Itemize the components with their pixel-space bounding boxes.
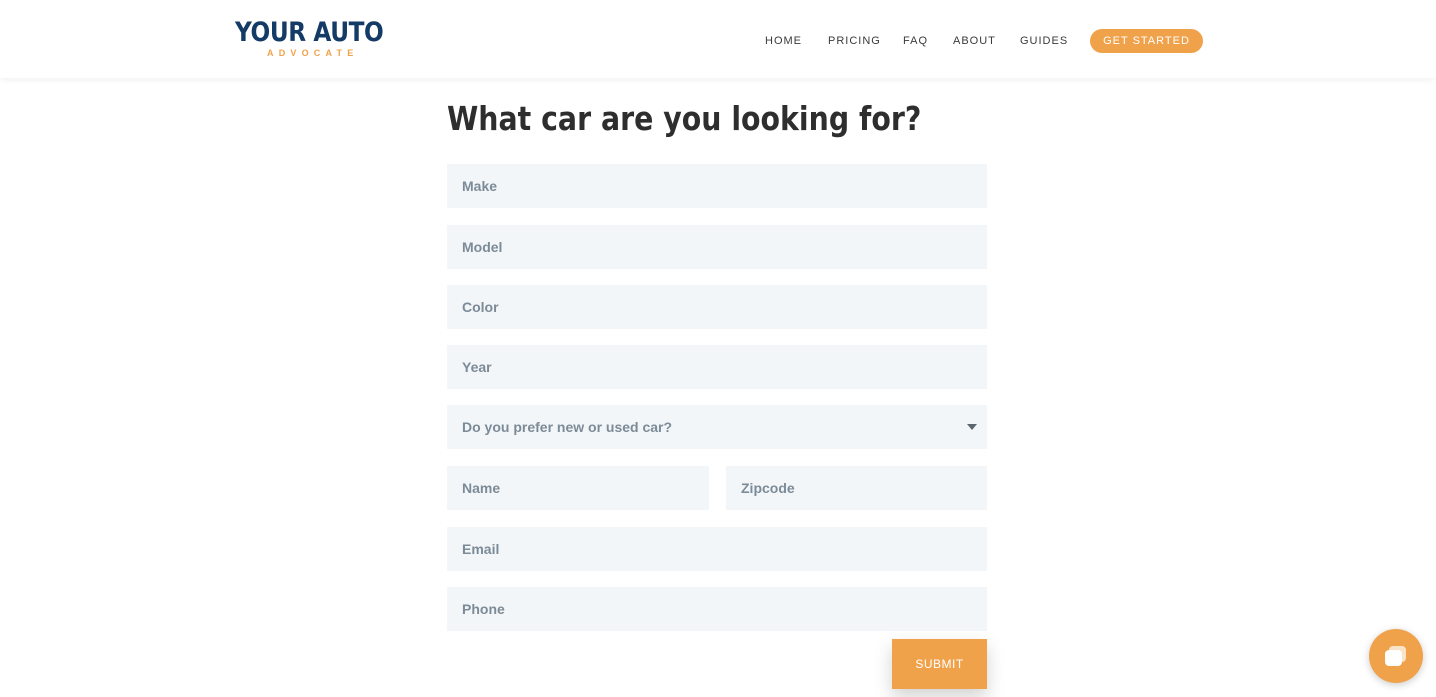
chat-launcher-button[interactable] <box>1369 629 1423 683</box>
phone-input[interactable]: Phone <box>447 587 987 631</box>
nav-home-link[interactable]: HOME <box>765 35 802 47</box>
page-title: What car are you looking for? <box>447 99 922 138</box>
make-input[interactable]: Make <box>447 164 987 208</box>
get-started-button[interactable]: GET STARTED <box>1090 29 1203 53</box>
chevron-down-icon <box>967 424 977 430</box>
condition-select-value: Do you prefer new or used car? <box>462 419 673 435</box>
nav-about-link[interactable]: ABOUT <box>953 35 996 47</box>
nav-pricing-link[interactable]: PRICING <box>828 35 881 47</box>
chat-bubble-icon <box>1385 646 1406 666</box>
color-input[interactable]: Color <box>447 285 987 329</box>
email-input[interactable]: Email <box>447 527 987 571</box>
model-input[interactable]: Model <box>447 225 987 269</box>
nav-guides-link[interactable]: GUIDES <box>1020 35 1068 47</box>
zipcode-input[interactable]: Zipcode <box>726 466 987 510</box>
name-input[interactable]: Name <box>447 466 709 510</box>
main-nav: HOME PRICING FAQ ABOUT GUIDES GET STARTE… <box>0 29 1436 55</box>
submit-button[interactable]: SUBMIT <box>892 639 987 689</box>
nav-faq-link[interactable]: FAQ <box>903 35 928 47</box>
year-input[interactable]: Year <box>447 345 987 389</box>
condition-select[interactable]: Do you prefer new or used car? <box>447 405 987 449</box>
site-header: YOUR AUTO ADVOCATE HOME PRICING FAQ ABOU… <box>0 0 1436 78</box>
